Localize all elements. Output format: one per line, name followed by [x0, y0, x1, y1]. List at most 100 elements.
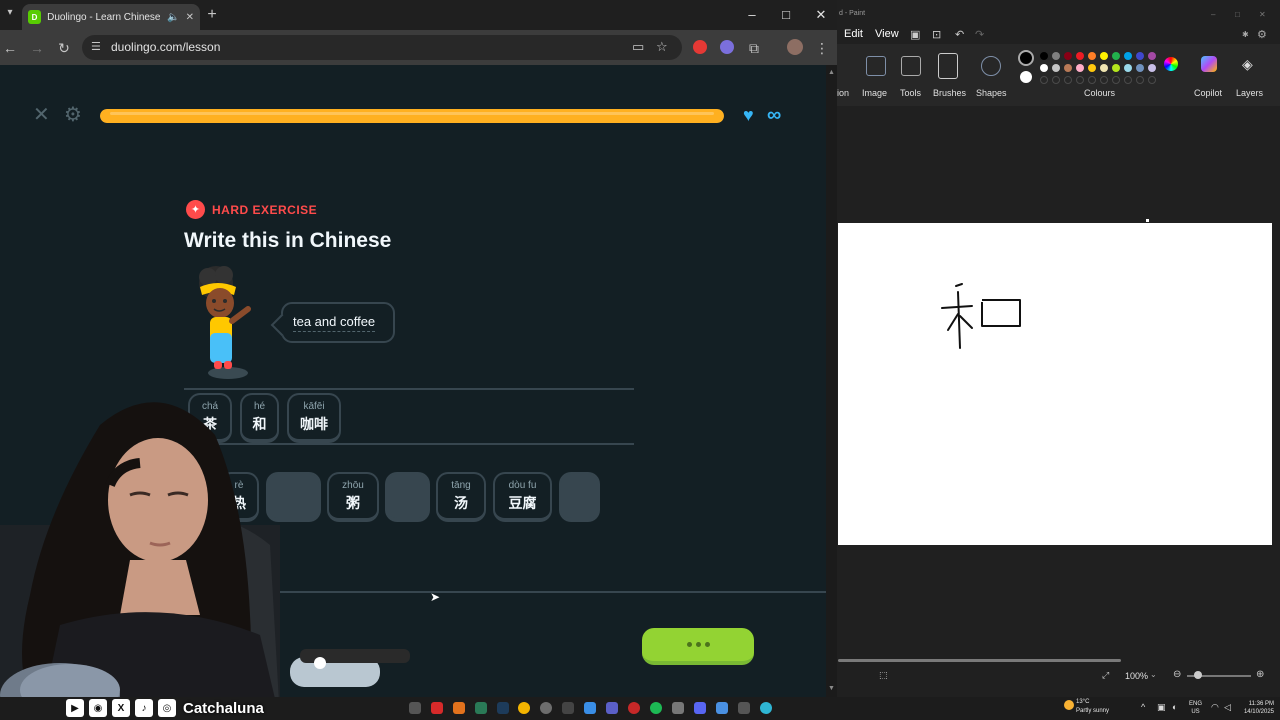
brushes-icon[interactable] — [938, 53, 958, 79]
settings-gear-icon[interactable]: ⚙ — [64, 105, 82, 125]
taskbar-discord-icon[interactable] — [694, 702, 706, 714]
colour-swatch[interactable] — [1064, 64, 1072, 72]
taskbar-app-icon[interactable] — [738, 702, 750, 714]
paint-settings-icon[interactable]: ⚙ — [1257, 28, 1267, 41]
taskbar-vivaldi-icon[interactable] — [431, 702, 443, 714]
profile-avatar[interactable] — [787, 39, 803, 55]
ribbon-label-copilot[interactable]: Copilot — [1194, 88, 1222, 98]
paint-close-button[interactable]: ✕ — [1259, 10, 1266, 19]
save-icon[interactable]: ▣ — [910, 28, 920, 41]
ribbon-label-shapes[interactable]: Shapes — [976, 88, 1007, 98]
minimize-button[interactable]: – — [745, 7, 759, 23]
address-bar[interactable]: ☰ duolingo.com/lesson ▭ ☆ — [82, 35, 682, 60]
taskbar-clock[interactable]: 11:36 PM 14/10/2025 — [1238, 700, 1274, 716]
tools-icon[interactable] — [901, 56, 921, 76]
colour-swatch[interactable] — [1148, 52, 1156, 60]
primary-color-swatch[interactable] — [1018, 50, 1034, 66]
colour-swatch[interactable] — [1076, 64, 1084, 72]
zoom-level[interactable]: 100% — [1125, 671, 1148, 681]
page-scrollbar[interactable]: ▲ ▼ — [826, 65, 837, 697]
colour-swatch[interactable] — [1040, 64, 1048, 72]
custom-colour-slot[interactable] — [1136, 76, 1144, 84]
tray-chevron-icon[interactable]: ^ — [1141, 702, 1145, 712]
window-close-button[interactable]: ✕ — [814, 7, 828, 23]
taskbar-app-orange-icon[interactable] — [453, 702, 465, 714]
canvas-resize-handle[interactable] — [1146, 219, 1149, 222]
custom-colour-slot[interactable] — [1064, 76, 1072, 84]
colour-swatch[interactable] — [1136, 64, 1144, 72]
colour-swatch[interactable] — [1052, 64, 1060, 72]
custom-colour-slot[interactable] — [1112, 76, 1120, 84]
colour-swatch[interactable] — [1100, 64, 1108, 72]
colour-swatch[interactable] — [1100, 52, 1108, 60]
reload-button[interactable]: ↻ — [55, 39, 73, 57]
layers-icon[interactable]: ◈ — [1242, 56, 1253, 73]
check-button-loading[interactable] — [642, 628, 754, 665]
extension-red-icon[interactable] — [693, 40, 707, 54]
zoom-dropdown-icon[interactable]: ⌄ — [1150, 670, 1157, 679]
ribbon-label-tools[interactable]: Tools — [900, 88, 921, 98]
horizontal-scrollbar[interactable] — [838, 659, 1121, 662]
site-info-icon[interactable]: ☰ — [91, 40, 101, 53]
taskbar-app-blue-icon[interactable] — [584, 702, 596, 714]
drawing-canvas[interactable] — [838, 219, 1272, 545]
colour-swatch[interactable] — [1124, 52, 1132, 60]
taskbar-steam-icon[interactable] — [497, 702, 509, 714]
share-icon[interactable]: ⊡ — [932, 28, 941, 41]
volume-icon[interactable]: ◁ — [1224, 702, 1231, 713]
extensions-puzzle-icon[interactable]: ⧉ — [745, 39, 763, 57]
colour-swatch[interactable] — [1088, 52, 1096, 60]
image-tool-icon[interactable] — [866, 56, 886, 76]
tab-search-button[interactable]: ▾ — [2, 7, 18, 18]
extension-purple-icon[interactable] — [720, 40, 734, 54]
undo-icon[interactable]: ↶ — [955, 28, 964, 41]
secondary-color-swatch[interactable] — [1020, 71, 1032, 83]
taskbar-spotify-icon[interactable] — [650, 702, 662, 714]
close-lesson-icon[interactable]: ✕ — [33, 105, 50, 125]
ribbon-label-layers[interactable]: Layers — [1236, 88, 1263, 98]
custom-colour-slot[interactable] — [1040, 76, 1048, 84]
browser-tab[interactable]: D Duolingo - Learn Chinese with lessons … — [22, 4, 200, 30]
copilot-icon[interactable] — [1201, 56, 1217, 72]
back-button[interactable]: ← — [1, 39, 19, 57]
colour-swatch[interactable] — [1124, 64, 1132, 72]
zoom-slider-thumb[interactable] — [1194, 671, 1202, 679]
tray-app-icon[interactable]: ▣ — [1157, 702, 1166, 713]
colour-swatch[interactable] — [1076, 52, 1084, 60]
colour-swatch[interactable] — [1112, 52, 1120, 60]
colour-swatch[interactable] — [1052, 52, 1060, 60]
audio-icon[interactable]: 🔈 — [167, 12, 179, 23]
taskbar-app-green-icon[interactable] — [475, 702, 487, 714]
custom-colour-slot[interactable] — [1076, 76, 1084, 84]
scroll-down-icon[interactable]: ▼ — [828, 685, 835, 692]
prompt-text[interactable]: tea and coffee — [293, 314, 376, 332]
ribbon-label-brushes[interactable]: Brushes — [933, 88, 966, 98]
taskbar-paint-icon[interactable] — [716, 702, 728, 714]
custom-colour-slot[interactable] — [1124, 76, 1132, 84]
paint-maximize-button[interactable]: □ — [1235, 10, 1240, 19]
edit-colours-icon[interactable] — [1164, 57, 1178, 71]
taskbar-app-icon[interactable] — [409, 702, 421, 714]
bookmark-star-icon[interactable]: ☆ — [656, 39, 668, 55]
colour-swatch[interactable] — [1136, 52, 1144, 60]
custom-colour-slot[interactable] — [1100, 76, 1108, 84]
taskbar-app-icon[interactable] — [562, 702, 574, 714]
word-bank-tile[interactable]: dòu fu 豆腐 — [493, 472, 552, 522]
zoom-out-icon[interactable]: ⊖ — [1173, 669, 1181, 680]
notification-icon[interactable]: ✱ — [1242, 30, 1249, 39]
menu-view[interactable]: View — [875, 28, 899, 40]
taskbar-app-icon[interactable] — [672, 702, 684, 714]
colour-swatch[interactable] — [1148, 64, 1156, 72]
custom-colour-slot[interactable] — [1052, 76, 1060, 84]
fit-to-window-icon[interactable]: ⤢ — [1102, 670, 1109, 681]
custom-colour-slot[interactable] — [1088, 76, 1096, 84]
colour-swatch[interactable] — [1112, 64, 1120, 72]
redo-icon[interactable]: ↷ — [975, 28, 984, 41]
taskbar-app-icon[interactable] — [540, 702, 552, 714]
heart-icon[interactable]: ♥ — [743, 106, 754, 124]
shapes-icon[interactable] — [981, 56, 1001, 76]
taskbar-edge-icon[interactable] — [760, 702, 772, 714]
chrome-menu-icon[interactable]: ⋮ — [813, 39, 831, 57]
zoom-in-icon[interactable]: ⊕ — [1256, 669, 1264, 680]
custom-colour-slot[interactable] — [1148, 76, 1156, 84]
